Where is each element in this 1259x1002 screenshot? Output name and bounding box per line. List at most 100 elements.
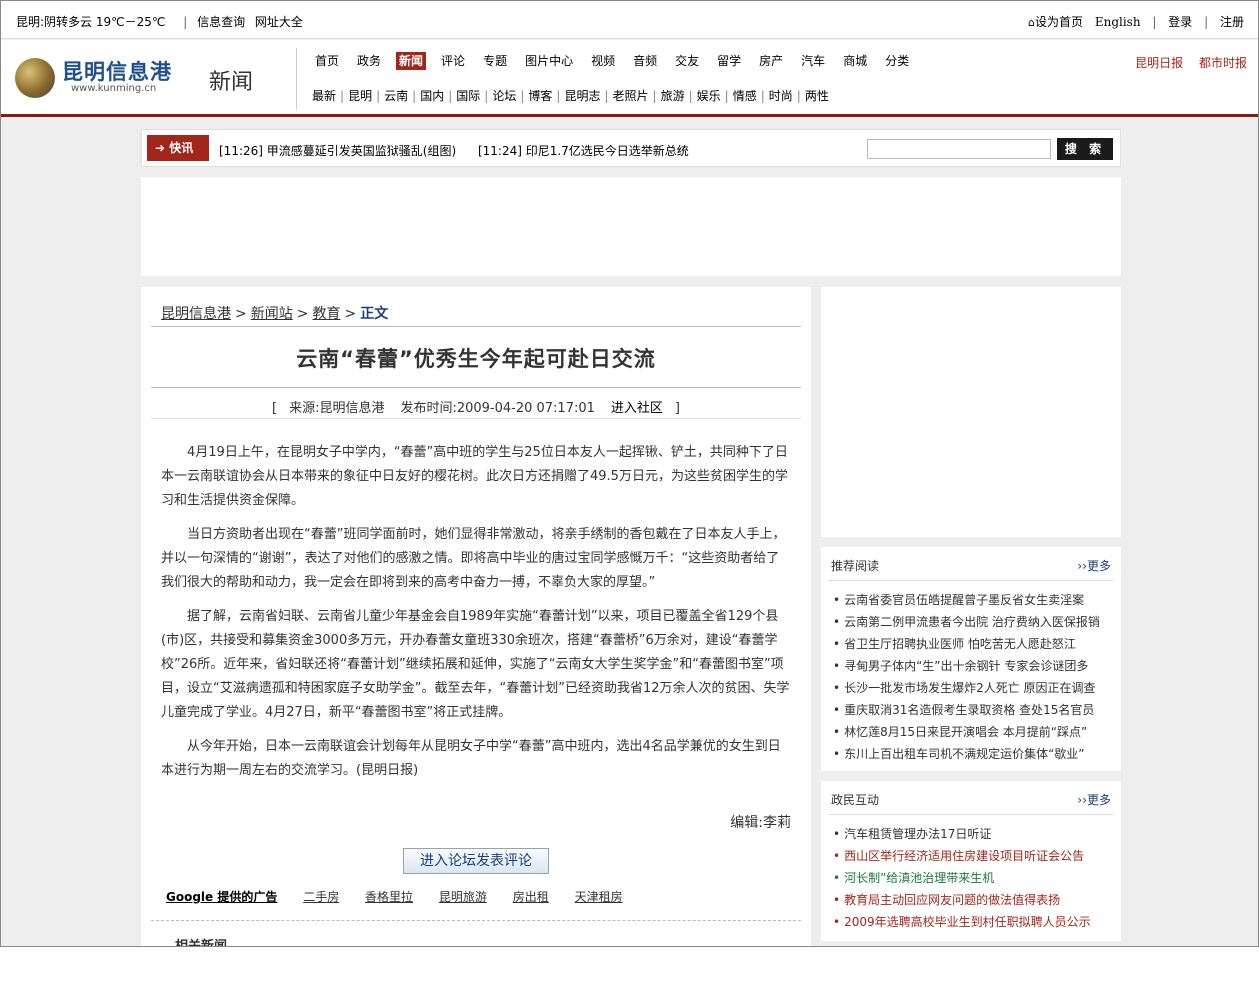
- metro-times-link[interactable]: 都市时报: [1199, 56, 1247, 70]
- separator: |: [760, 89, 765, 103]
- register-link[interactable]: 注册: [1220, 15, 1244, 29]
- google-ads-label[interactable]: Google 提供的广告: [166, 890, 277, 904]
- search-button[interactable]: 搜 索: [1057, 138, 1113, 160]
- subnav-item[interactable]: 国内: [420, 89, 444, 103]
- subnav-item[interactable]: 时尚: [769, 89, 793, 103]
- article-paragraph: 4月19日上午，在昆明女子中学内，“春蕾”高中班的学生与25位日本友人一起挥锹、…: [161, 445, 788, 508]
- gov-interaction-box: 政民互动 ››更多 汽车租赁管理办法17日听证西山区举行经济适用住房建设项目听证…: [821, 781, 1121, 941]
- subnav-item[interactable]: 云南: [384, 89, 408, 103]
- site-directory-link[interactable]: 网址大全: [255, 15, 303, 29]
- kunming-daily-link[interactable]: 昆明日报: [1135, 56, 1183, 70]
- subnav-item[interactable]: 昆明志: [564, 89, 600, 103]
- breadcrumb-current: 正文: [360, 306, 389, 322]
- flash-news-item[interactable]: [11:24] 印尼1.7亿选民今日选举新总统: [478, 144, 689, 158]
- article-paragraph: 从今年开始，日本一云南联谊会计划每年从昆明女子中学“春蕾”高中班内，选出4名品学…: [161, 739, 781, 778]
- flash-news-item[interactable]: [11:26] 甲流感蔓延引发英国监狱骚乱(组图): [219, 144, 456, 158]
- subnav-item[interactable]: 论坛: [492, 89, 516, 103]
- set-homepage-link[interactable]: 设为首页: [1035, 15, 1083, 29]
- interaction-item[interactable]: 西山区举行经济适用住房建设项目听证会公告: [833, 845, 1091, 867]
- interaction-item[interactable]: 汽车租赁管理办法17日听证: [833, 823, 1091, 845]
- nav-item[interactable]: 商城: [840, 52, 870, 70]
- ad-link[interactable]: 房出租: [513, 890, 549, 904]
- nav-item[interactable]: 专题: [480, 52, 510, 70]
- divider: [151, 387, 801, 388]
- recommended-item[interactable]: 云南第二例甲流患者今出院 治疗费纳入医保报销: [833, 611, 1100, 633]
- recommended-item[interactable]: 东川上百出租车司机不满规定运价集体“歇业”: [833, 743, 1100, 765]
- ad-link[interactable]: 昆明旅游: [439, 890, 487, 904]
- separator: |: [1152, 15, 1157, 29]
- subnav-item[interactable]: 娱乐: [697, 89, 721, 103]
- breadcrumb-home[interactable]: 昆明信息港: [161, 306, 231, 322]
- ad-link[interactable]: 二手房: [303, 890, 339, 904]
- separator: |: [448, 89, 453, 103]
- nav-item[interactable]: 政务: [354, 52, 384, 70]
- weather-text: 昆明:阴转多云 19℃－25℃: [16, 15, 166, 29]
- divider: [296, 48, 297, 110]
- nav-item[interactable]: 图片中心: [522, 52, 576, 70]
- separator: |: [1204, 15, 1209, 29]
- subnav-item[interactable]: 博客: [528, 89, 552, 103]
- top-bar-right: ⌂设为首页 English | 登录 | 注册: [1028, 13, 1244, 30]
- flash-tag-label: 快讯: [169, 141, 194, 155]
- subnav-item[interactable]: 昆明: [348, 89, 372, 103]
- section-title: 新闻: [209, 70, 254, 95]
- recommended-item[interactable]: 长沙一批发市场发生爆炸2人死亡 原因正在调查: [833, 677, 1100, 699]
- subnav-item[interactable]: 最新: [312, 89, 336, 103]
- nav-item[interactable]: 房产: [756, 52, 786, 70]
- nav-item[interactable]: 新闻: [396, 52, 427, 70]
- nav-item[interactable]: 分类: [882, 52, 912, 70]
- ad-link[interactable]: 香格里拉: [365, 890, 413, 904]
- recommended-item[interactable]: 寻甸男子体内“生”出十余钢针 专家会诊谜团多: [833, 655, 1100, 677]
- nav-item[interactable]: 首页: [312, 52, 342, 70]
- login-link[interactable]: 登录: [1168, 15, 1192, 29]
- breadcrumb-education[interactable]: 教育: [312, 306, 340, 322]
- recommended-reading-box: 推荐阅读 ››更多 云南省委官员伍皓提醒曾子墨反省女生卖淫案云南第二例甲流患者今…: [821, 547, 1121, 771]
- recommended-item[interactable]: 云南省委官员伍皓提醒曾子墨反省女生卖淫案: [833, 589, 1100, 611]
- top-bar: 昆明:阴转多云 19℃－25℃ | 信息查询 网址大全 ⌂设为首页 Englis…: [1, 1, 1258, 39]
- gov-interaction-more-link[interactable]: ››更多: [1077, 791, 1111, 808]
- enter-community-link[interactable]: 进入社区: [611, 401, 663, 416]
- nav-item[interactable]: 音频: [630, 52, 660, 70]
- ad-link[interactable]: 天津租房: [575, 890, 623, 904]
- info-query-link[interactable]: 信息查询: [197, 15, 245, 29]
- interaction-item[interactable]: 2009年选聘高校毕业生到村任职拟聘人员公示: [833, 911, 1091, 933]
- breadcrumb-separator: >: [296, 306, 309, 322]
- recommended-item[interactable]: 林忆莲8月15日来昆开演唱会 本月提前“踩点”: [833, 721, 1100, 743]
- google-ads: Google 提供的广告 二手房 香格里拉 昆明旅游 房出租 天津租房: [166, 888, 645, 905]
- search-input[interactable]: [867, 139, 1051, 159]
- recommended-item[interactable]: 省卫生厅招聘执业医师 怕吃苦无人愿赴怒江: [833, 633, 1100, 655]
- nav-item[interactable]: 视频: [588, 52, 618, 70]
- interaction-item[interactable]: 河长制”给滇池治理带来生机: [833, 867, 1091, 889]
- separator: |: [340, 89, 345, 103]
- site-header: 昆明信息港 www.kunming.cn 新闻 首页 政务 新闻 评论 专题 图片中心 视频…: [1, 40, 1258, 117]
- recommended-item[interactable]: 重庆取消31名造假考生录取资格 查处15名官员: [833, 699, 1100, 721]
- primary-nav: 首页 政务 新闻 评论 专题 图片中心 视频 音频 交友 留学 房产 汽车 商城 分类: [312, 52, 924, 70]
- nav-item[interactable]: 汽车: [798, 52, 828, 70]
- nav-item[interactable]: 评论: [438, 52, 468, 70]
- forum-comment-button[interactable]: 进入论坛发表评论: [403, 848, 549, 874]
- recommended-list: 云南省委官员伍皓提醒曾子墨反省女生卖淫案云南第二例甲流患者今出院 治疗费纳入医保…: [833, 589, 1100, 765]
- article-title: 云南“春蕾”优秀生今年起可赴日交流: [296, 347, 656, 371]
- separator: |: [688, 89, 693, 103]
- browser-viewport: 昆明:阴转多云 19℃－25℃ | 信息查询 网址大全 ⌂设为首页 Englis…: [0, 0, 1259, 947]
- flash-news-list: [11:26] 甲流感蔓延引发英国监狱骚乱(组图) [11:24] 印尼1.7亿…: [219, 142, 707, 159]
- subnav-item[interactable]: 老照片: [613, 89, 649, 103]
- article-editor: 编辑:李莉: [730, 815, 791, 831]
- nav-item[interactable]: 留学: [714, 52, 744, 70]
- article-time: 发布时间:2009-04-20 07:17:01: [400, 401, 595, 416]
- subnav-item[interactable]: 情感: [733, 89, 757, 103]
- divider: [151, 920, 801, 921]
- subnav-item[interactable]: 旅游: [661, 89, 685, 103]
- subnav-item[interactable]: 两性: [805, 89, 829, 103]
- breadcrumb-separator: >: [235, 306, 247, 322]
- nav-item[interactable]: 交友: [672, 52, 702, 70]
- english-link[interactable]: English: [1095, 15, 1141, 29]
- breadcrumb-news[interactable]: 新闻站: [251, 306, 293, 322]
- sidebar-ad-area: [821, 287, 1121, 537]
- recommended-more-link[interactable]: ››更多: [1077, 557, 1111, 574]
- breadcrumb: 昆明信息港 > 新闻站 > 教育 > 正文: [161, 303, 388, 323]
- recommended-reading-title: 推荐阅读: [831, 559, 880, 573]
- site-logo[interactable]: 昆明信息港 www.kunming.cn: [15, 56, 195, 100]
- subnav-item[interactable]: 国际: [456, 89, 480, 103]
- interaction-item[interactable]: 教育局主动回应网友问题的做法值得表扬: [833, 889, 1091, 911]
